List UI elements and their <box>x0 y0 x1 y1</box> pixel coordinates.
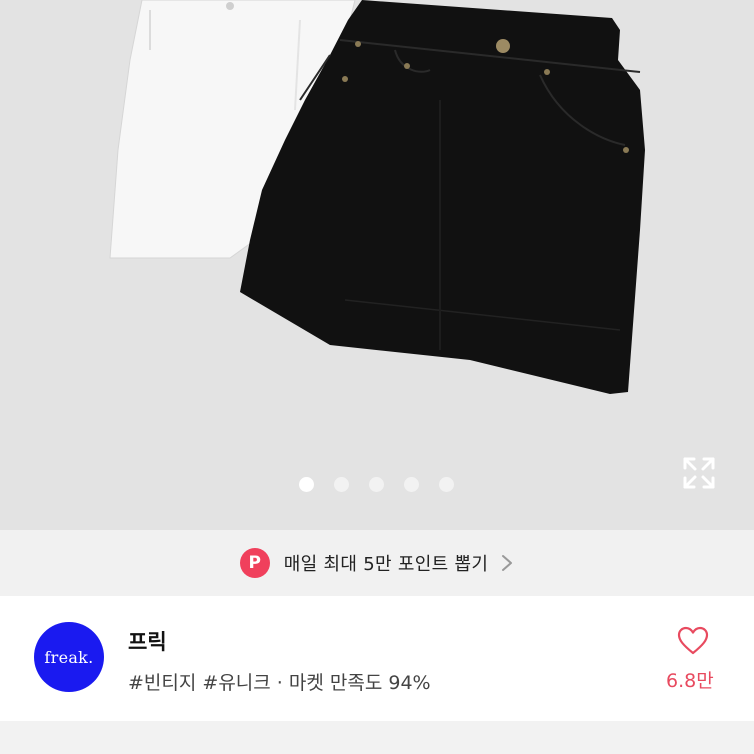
store-logo-text: freak. <box>44 647 94 667</box>
store-logo[interactable]: freak. <box>34 622 104 692</box>
carousel-indicator <box>0 477 754 493</box>
chevron-right-icon <box>502 555 513 571</box>
like-count: 6.8만 <box>666 670 714 692</box>
carousel-dot[interactable] <box>439 477 454 492</box>
carousel-dot[interactable] <box>299 477 314 492</box>
product-photo <box>109 0 645 394</box>
points-draw-banner[interactable]: P 매일 최대 5만 포인트 뽑기 <box>0 530 754 596</box>
section-divider <box>0 721 754 754</box>
store-tags: #빈티지 #유니크 · 마켓 만족도 94% <box>128 672 431 694</box>
product-image-carousel[interactable] <box>0 0 754 530</box>
expand-icon[interactable] <box>682 456 716 490</box>
store-info: freak. 프릭 #빈티지 #유니크 · 마켓 만족도 94% 6.8만 <box>0 596 754 721</box>
banner-text: 매일 최대 5만 포인트 뽑기 <box>283 554 489 575</box>
carousel-dot[interactable] <box>334 477 349 492</box>
carousel-dot[interactable] <box>404 477 419 492</box>
heart-outline-icon[interactable] <box>677 626 709 656</box>
store-name[interactable]: 프릭 <box>128 626 167 656</box>
carousel-dot[interactable] <box>369 477 384 492</box>
points-badge-icon: P <box>239 548 270 578</box>
